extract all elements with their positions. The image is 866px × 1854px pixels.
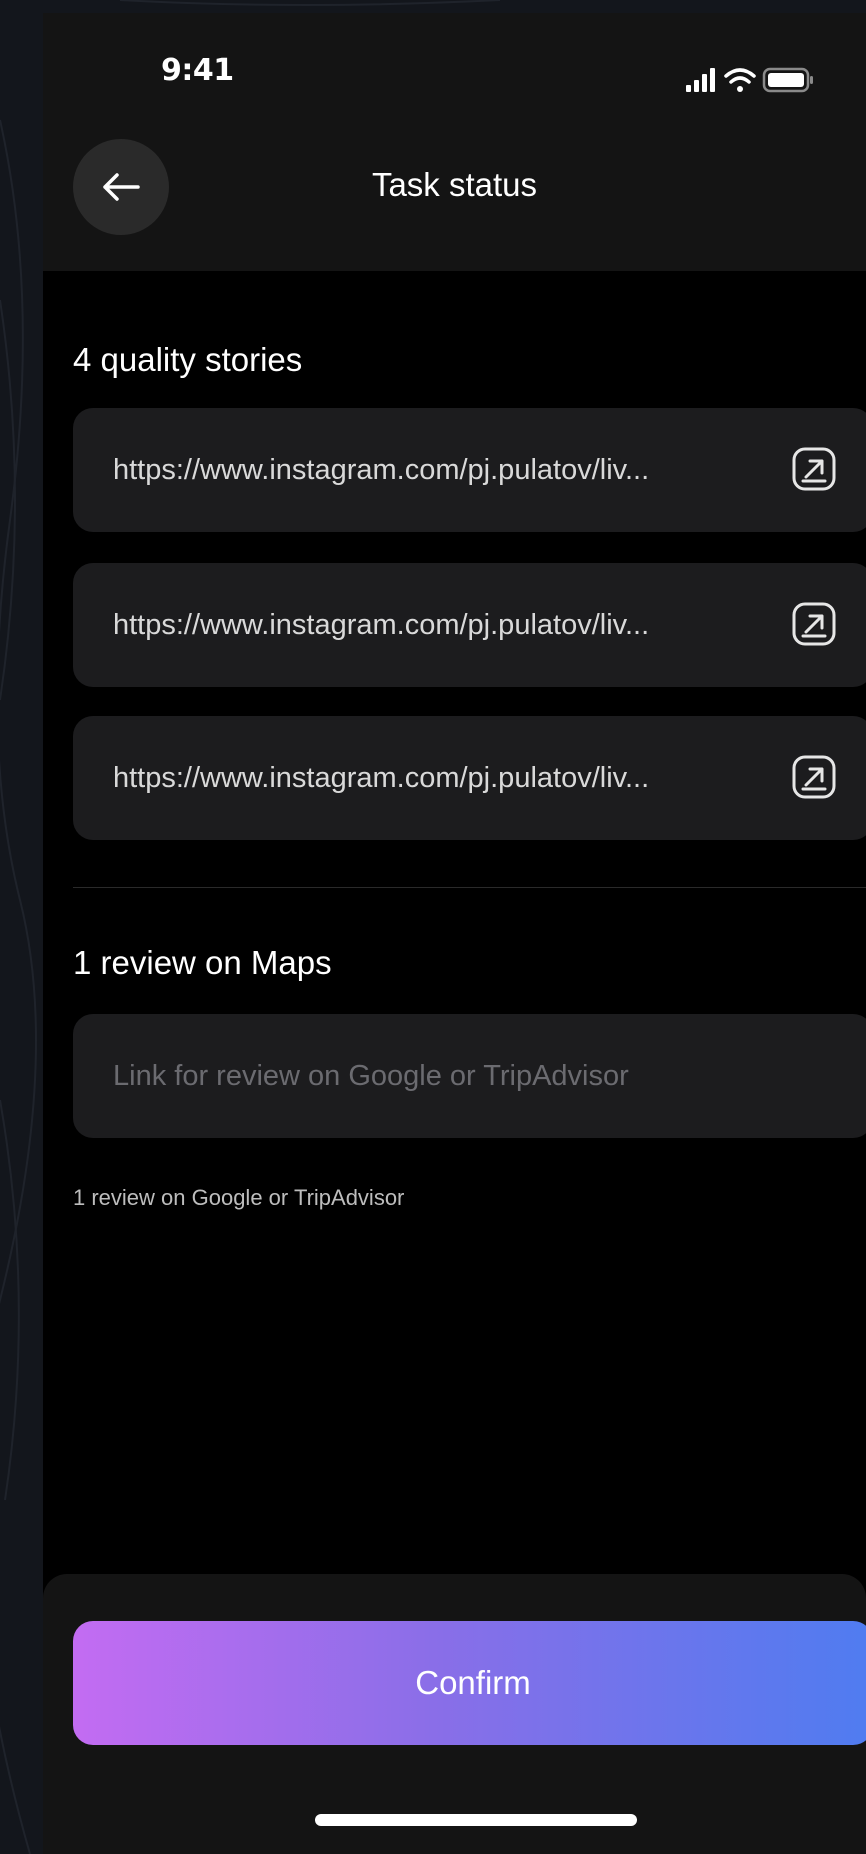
status-icons: [686, 67, 813, 93]
top-bar: 9:41 Task status: [43, 13, 866, 271]
stories-section-title: 4 quality stories: [73, 341, 303, 378]
section-divider: [73, 887, 866, 888]
phone-screen: 9:41 Task status 4 quality stories https…: [43, 13, 866, 1854]
external-link-icon[interactable]: [789, 752, 839, 802]
story-link-card[interactable]: https://www.instagram.com/pj.pulatov/liv…: [73, 716, 866, 840]
story-link-card[interactable]: https://www.instagram.com/pj.pulatov/liv…: [73, 408, 866, 532]
page-title: Task status: [371, 166, 538, 203]
story-link-card[interactable]: https://www.instagram.com/pj.pulatov/liv…: [73, 563, 866, 687]
bottom-panel: Confirm: [43, 1574, 866, 1854]
story-link-text[interactable]: https://www.instagram.com/pj.pulatov/liv…: [113, 408, 649, 532]
external-link-icon[interactable]: [789, 444, 839, 494]
signal-icon: [686, 68, 715, 92]
home-indicator: [315, 1814, 637, 1826]
status-time: 9:41: [161, 53, 234, 88]
story-link-text[interactable]: https://www.instagram.com/pj.pulatov/liv…: [113, 563, 649, 687]
wifi-icon: [724, 68, 756, 92]
battery-icon: [762, 67, 813, 93]
review-helper-text: 1 review on Google or TripAdvisor: [73, 1185, 405, 1210]
review-section-title: 1 review on Maps: [73, 944, 332, 981]
review-link-input[interactable]: [73, 1014, 866, 1138]
story-link-text[interactable]: https://www.instagram.com/pj.pulatov/liv…: [113, 716, 649, 840]
confirm-button[interactable]: Confirm: [73, 1621, 866, 1745]
external-link-icon[interactable]: [789, 599, 839, 649]
